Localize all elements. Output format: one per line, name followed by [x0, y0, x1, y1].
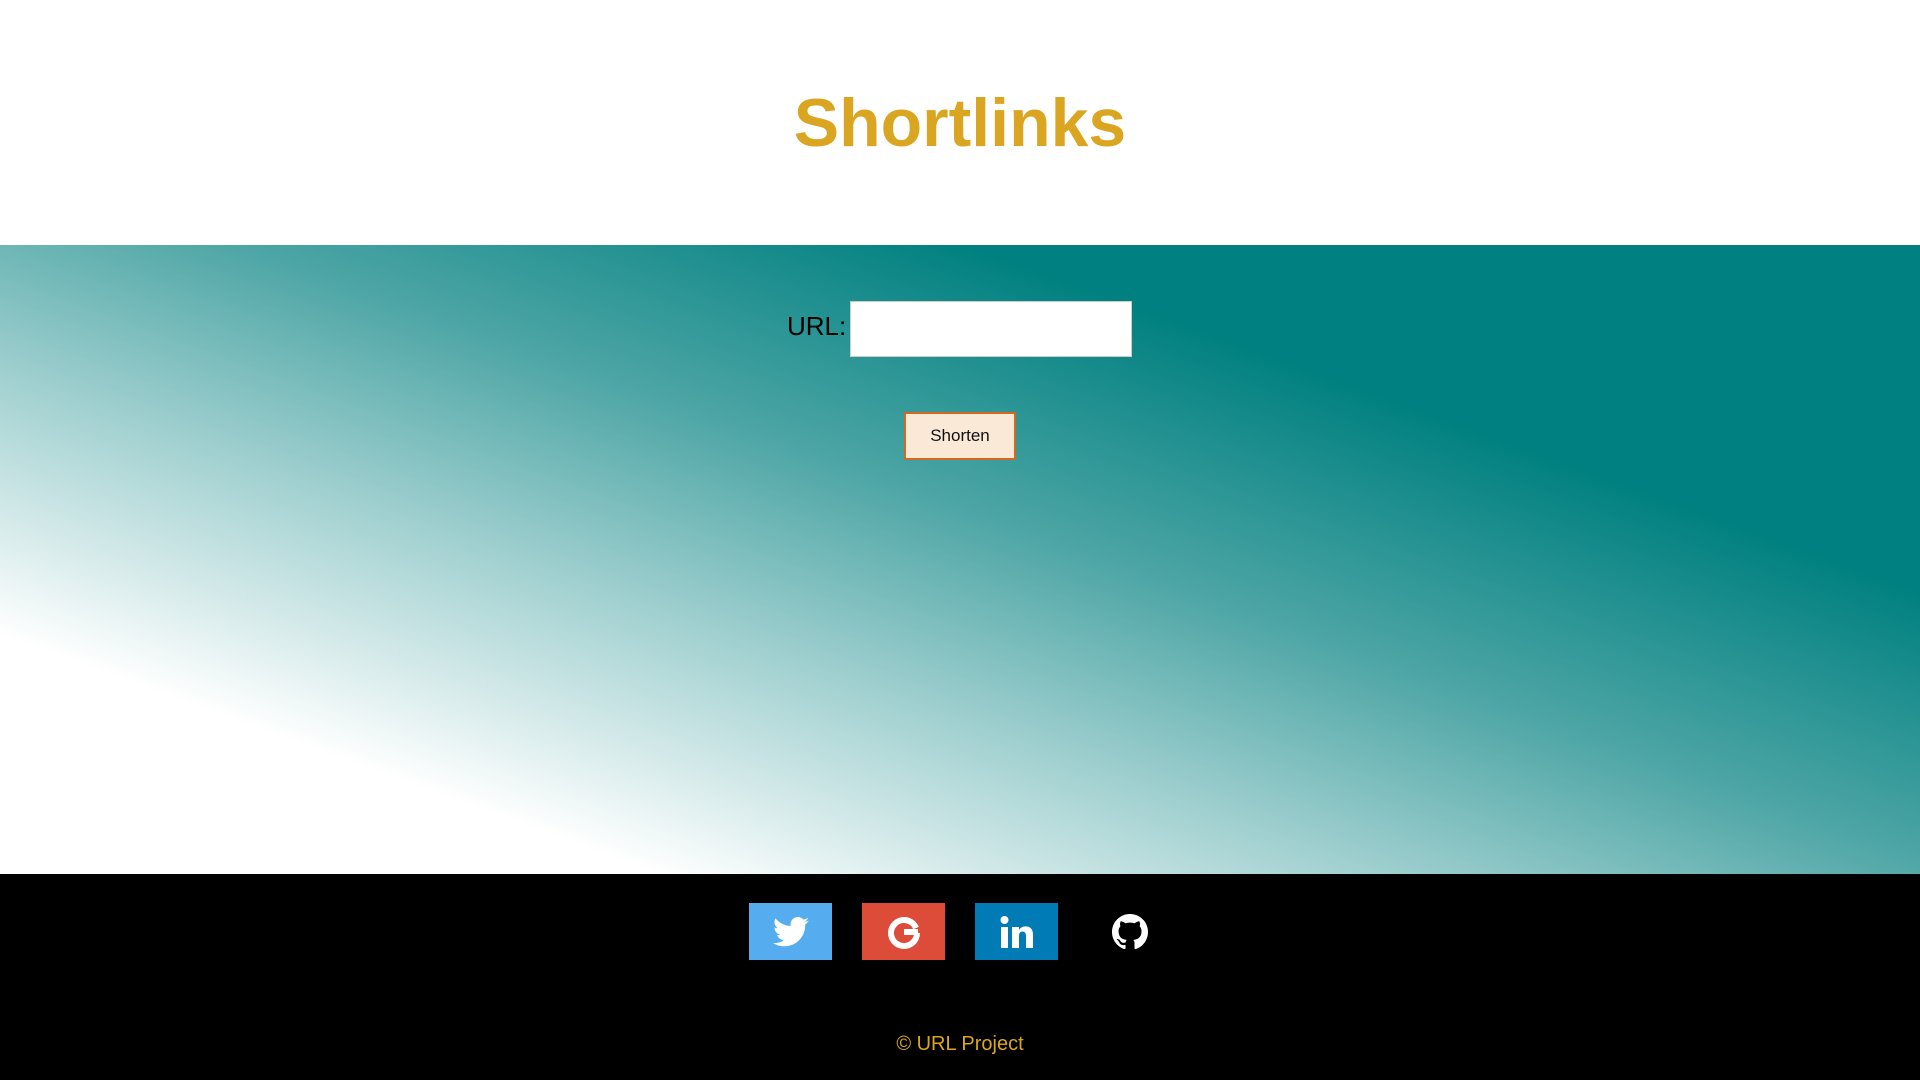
- url-label: URL:: [787, 311, 847, 341]
- twitter-icon: [772, 916, 809, 946]
- footer: © URL Project: [0, 874, 1920, 1080]
- github-button[interactable]: [1088, 903, 1171, 960]
- twitter-button[interactable]: [749, 903, 832, 960]
- shorten-button[interactable]: Shorten: [904, 412, 1016, 460]
- page-title: Shortlinks: [793, 85, 1127, 161]
- header: Shortlinks: [0, 0, 1920, 245]
- copyright-text: © URL Project: [896, 1033, 1024, 1055]
- linkedin-icon: [1000, 915, 1033, 948]
- url-input[interactable]: [850, 301, 1132, 357]
- github-icon: [1111, 913, 1148, 949]
- shorten-form-section: URL: Shorten: [0, 245, 1920, 874]
- google-button[interactable]: [862, 903, 945, 960]
- linkedin-button[interactable]: [975, 903, 1058, 960]
- google-icon: [887, 916, 920, 949]
